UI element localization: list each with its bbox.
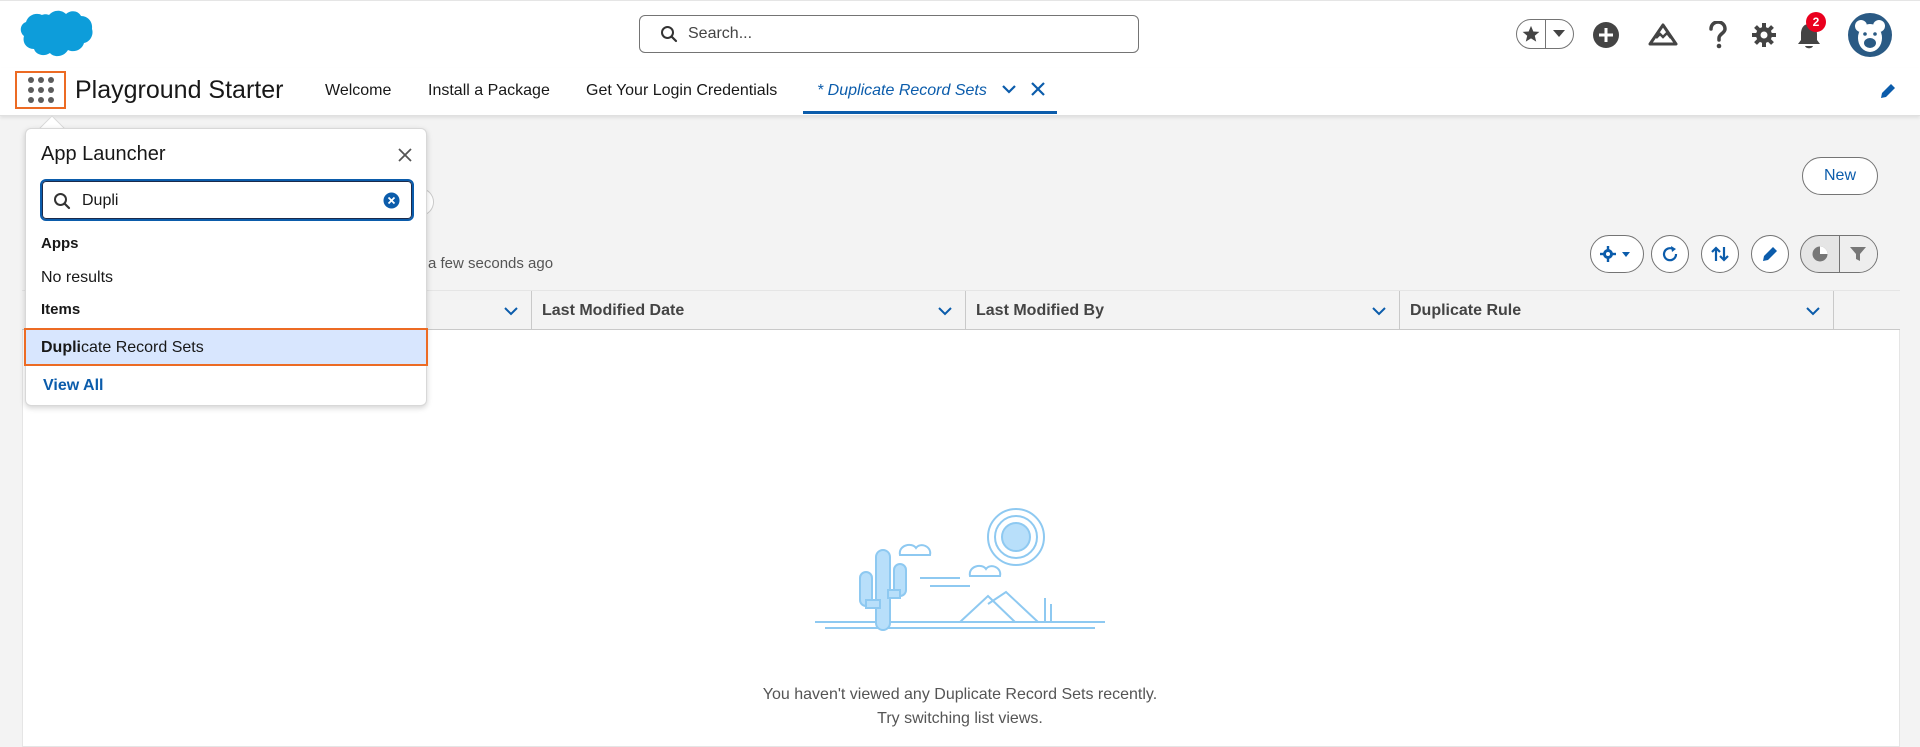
list-settings-button[interactable] [1590,235,1644,273]
edit-list-button[interactable] [1751,235,1789,273]
list-status-text: a few seconds ago [428,255,554,272]
column-header-label: Last Modified By [976,302,1105,319]
sort-button[interactable] [1701,235,1739,273]
refresh-button[interactable] [1651,235,1689,273]
app-launcher-popover: App Launcher Apps No results Items Dupli… [24,128,428,406]
search-placeholder: Search... [688,25,753,42]
waffle-icon [27,77,54,103]
tab-chevron-down-icon[interactable] [1000,80,1018,103]
navigation-bar: Playground Starter Welcome Install a Pac… [0,68,1920,116]
chart-button[interactable] [1801,236,1839,272]
edit-nav-pencil-icon[interactable] [1879,82,1897,105]
global-search-box[interactable]: Search... [639,15,1139,53]
app-launcher-search-field[interactable] [40,179,414,221]
favorites-group [1516,19,1574,49]
search-icon [661,26,678,43]
column-header-label: Duplicate Rule [1410,302,1522,319]
global-header: Search... 2 [0,0,1920,68]
column-menu-chevron-icon[interactable] [503,303,519,324]
apps-section-heading: Apps [41,235,79,252]
favorites-list-button[interactable] [1544,20,1573,48]
user-avatar[interactable] [1848,13,1892,57]
empty-state-message: You haven't viewed any Duplicate Record … [762,686,1158,703]
refresh-icon [1662,246,1678,262]
empty-state-hint: Try switching list views. [877,710,1043,727]
result-item-match: Dupli [41,339,81,356]
filter-funnel-icon [1850,247,1867,261]
result-item-label: Duplicate Record Sets [41,339,204,357]
app-launcher-search-input[interactable] [82,189,372,213]
app-launcher-button[interactable] [15,71,66,109]
setup-button[interactable] [1751,19,1777,51]
nav-item-login-credentials[interactable]: Get Your Login Credentials [586,82,777,100]
sort-arrows-icon [1711,246,1729,262]
star-icon [1522,25,1540,42]
help-icon [1709,21,1727,49]
help-button[interactable] [1708,19,1728,51]
column-menu-chevron-icon[interactable] [1805,303,1821,324]
column-menu-chevron-icon[interactable] [937,303,953,324]
global-actions-button[interactable] [1592,19,1620,51]
gear-icon [1752,23,1776,47]
search-icon [53,192,71,215]
apps-no-results: No results [41,269,114,286]
favorites-button[interactable] [1517,20,1545,48]
column-header-last-modified-date[interactable]: Last Modified Date [532,291,966,330]
column-menu-chevron-icon[interactable] [1371,303,1387,324]
filter-button[interactable] [1838,236,1877,272]
tab-close-icon[interactable] [1029,80,1047,103]
column-header-duplicate-rule[interactable]: Duplicate Rule [1400,291,1834,330]
column-header-last-modified-by[interactable]: Last Modified By [966,291,1400,330]
nav-item-install-package[interactable]: Install a Package [428,82,550,100]
result-item-rest: cate Record Sets [81,339,204,356]
desert-empty-state-illustration [815,508,1105,631]
gear-dropdown-icon [1600,246,1630,262]
pencil-icon [1763,247,1777,261]
caret-down-icon [1553,30,1566,37]
salesforce-logo[interactable] [18,9,94,61]
chart-filter-toggle-group [1800,235,1878,273]
trailhead-mountain-icon [1648,23,1678,46]
view-all-link[interactable]: View All [43,377,103,395]
bear-avatar-icon [1855,20,1885,52]
add-circle-icon [1593,22,1619,48]
notification-count-badge: 2 [1806,12,1826,32]
close-icon [398,148,412,162]
nav-item-welcome[interactable]: Welcome [325,82,391,100]
app-launcher-close-button[interactable] [394,144,416,166]
app-name: Playground Starter [75,76,284,104]
pie-chart-icon [1812,246,1828,262]
guidance-center-button[interactable] [1648,19,1678,51]
app-launcher-title: App Launcher [41,143,166,165]
nav-tab-duplicate-record-sets[interactable]: * Duplicate Record Sets [803,68,1057,114]
items-section-heading: Items [41,301,81,318]
clear-search-icon[interactable] [383,192,400,214]
nav-tab-label: * Duplicate Record Sets [817,82,987,99]
column-header-label: Last Modified Date [542,302,685,319]
new-button[interactable]: New [1802,157,1878,195]
result-item-duplicate-record-sets[interactable]: Duplicate Record Sets [24,328,428,366]
